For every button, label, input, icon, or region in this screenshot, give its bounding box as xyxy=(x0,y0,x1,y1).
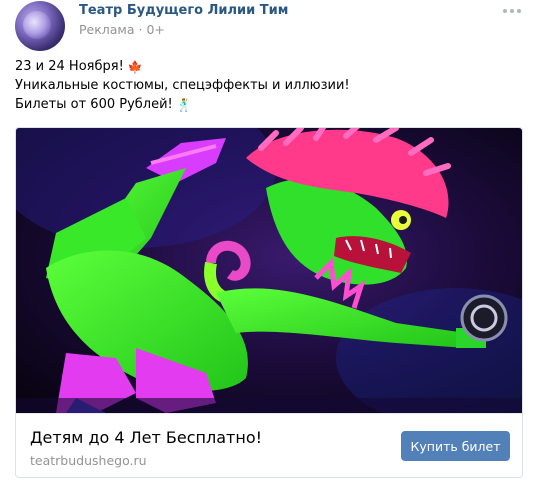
post-meta: Реклама · 0+ xyxy=(79,22,165,37)
ad-card-footer: Детям до 4 Лет Бесплатно! teatrbudushego… xyxy=(16,413,522,477)
ad-post: Театр Будущего Лилии Тим Реклама · 0+ 23… xyxy=(0,0,533,483)
avatar-moon-image xyxy=(23,11,51,39)
post-text-line: 23 и 24 Ноября! 🍁 xyxy=(15,57,515,76)
dancer-icon: 🕺 xyxy=(176,97,192,112)
ad-card-image[interactable] xyxy=(16,128,522,413)
post-text-line-3: Билеты от 600 Рублей! xyxy=(15,97,173,112)
ad-card-domain[interactable]: teatrbudushego.ru xyxy=(30,453,147,468)
post-text-line-1: 23 и 24 Ноября! xyxy=(15,59,124,74)
avatar[interactable] xyxy=(15,1,65,51)
buy-ticket-button[interactable]: Купить билет xyxy=(401,431,510,461)
maple-leaf-icon: 🍁 xyxy=(127,59,143,74)
ad-card[interactable]: Детям до 4 Лет Бесплатно! teatrbudushego… xyxy=(15,127,523,478)
ad-card-title[interactable]: Детям до 4 Лет Бесплатно! xyxy=(30,428,262,447)
post-text-line: Билеты от 600 Рублей! 🕺 xyxy=(15,95,515,114)
post-text-line-2: Уникальные костюмы, спецэффекты и иллюзи… xyxy=(15,78,350,93)
post-text-line: Уникальные костюмы, спецэффекты и иллюзи… xyxy=(15,76,515,95)
author-name[interactable]: Театр Будущего Лилии Тим xyxy=(79,3,288,18)
post-text: 23 и 24 Ноября! 🍁 Уникальные костюмы, сп… xyxy=(15,57,515,114)
more-horizontal-icon[interactable] xyxy=(503,6,521,16)
